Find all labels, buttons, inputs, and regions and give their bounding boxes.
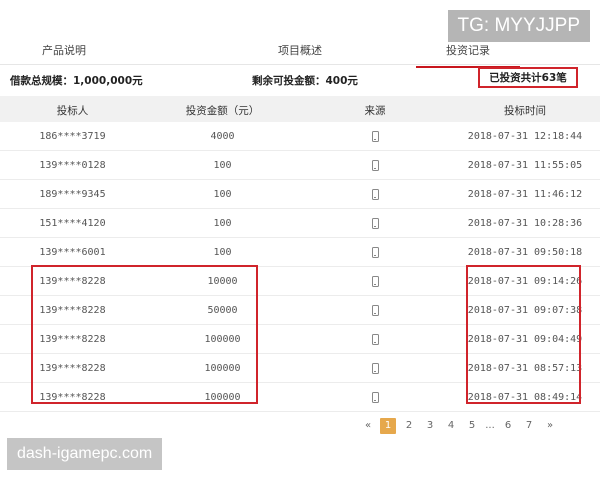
investor-cell: 139****8228 (39, 305, 106, 316)
investor-cell: 139****8228 (39, 392, 106, 403)
source-cell (300, 392, 450, 406)
amount-cell: 50000 (207, 305, 238, 316)
investor-cell: 139****0128 (39, 160, 106, 171)
page-6-button[interactable]: 6 (500, 418, 516, 434)
tab-product-description[interactable]: 产品说明 (42, 42, 86, 58)
source-cell (300, 363, 450, 377)
mobile-phone-icon (371, 189, 379, 200)
investor-cell: 186****3719 (39, 131, 106, 142)
table-row: 139****8228 100000 2018-07-31 09:04:49 (0, 325, 600, 354)
time-cell: 2018-07-31 11:55:05 (467, 160, 583, 171)
amount-cell: 10000 (207, 276, 238, 287)
mobile-phone-icon (371, 131, 379, 142)
time-cell: 2018-07-31 09:07:38 (467, 305, 583, 316)
page-1-button[interactable]: 1 (380, 418, 396, 434)
page-ellipsis: ... (485, 420, 495, 431)
amount-cell: 100 (213, 218, 232, 229)
table-row: 186****3719 4000 2018-07-31 12:18:44 (0, 122, 600, 151)
time-cell: 2018-07-31 10:28:36 (467, 218, 583, 229)
source-cell (300, 189, 450, 203)
source-cell (300, 305, 450, 319)
table-row: 189****9345 100 2018-07-31 11:46:12 (0, 180, 600, 209)
source-cell (300, 276, 450, 290)
investment-count-box: 已投资共计63笔 (478, 67, 578, 88)
mobile-phone-icon (371, 218, 379, 229)
watermark-site: dash-igamepc.com (7, 438, 163, 470)
time-cell: 2018-07-31 09:14:26 (467, 276, 583, 287)
amount-cell: 4000 (210, 131, 235, 142)
page-2-button[interactable]: 2 (401, 418, 417, 434)
source-cell (300, 247, 450, 261)
amount-cell: 100000 (204, 392, 241, 403)
source-cell (300, 160, 450, 174)
mobile-phone-icon (371, 363, 379, 374)
page-5-button[interactable]: 5 (464, 418, 480, 434)
amount-cell: 100 (213, 247, 232, 258)
source-cell (300, 218, 450, 232)
investor-cell: 189****9345 (39, 189, 106, 200)
page-next-button[interactable]: » (542, 418, 558, 434)
source-cell (300, 131, 450, 145)
time-cell: 2018-07-31 09:50:18 (467, 247, 583, 258)
table-row: 139****8228 50000 2018-07-31 09:07:38 (0, 296, 600, 325)
mobile-phone-icon (371, 160, 379, 171)
header-amount: 投资金额（元） (185, 105, 260, 117)
amount-cell: 100000 (204, 334, 241, 345)
page-prev-button[interactable]: « (360, 418, 376, 434)
mobile-phone-icon (371, 334, 379, 345)
remaining-amount-text: 剩余可投金额：400元 (252, 75, 358, 87)
loan-total-text: 借款总规模：1,000,000元 (10, 75, 143, 87)
investor-cell: 139****8228 (39, 363, 106, 374)
records-table-body: 186****3719 4000 2018-07-31 12:18:44 139… (0, 122, 600, 412)
tab-project-overview[interactable]: 项目概述 (278, 42, 322, 58)
time-cell: 2018-07-31 12:18:44 (467, 131, 583, 142)
time-cell: 2018-07-31 08:49:14 (467, 392, 583, 403)
investor-cell: 139****8228 (39, 276, 106, 287)
investor-cell: 139****6001 (39, 247, 106, 258)
table-row: 139****8228 100000 2018-07-31 08:57:13 (0, 354, 600, 383)
table-header: 投标人 投资金额（元） 来源 投标时间 (0, 96, 600, 122)
table-row: 139****8228 10000 2018-07-31 09:14:26 (0, 267, 600, 296)
investor-cell: 151****4120 (39, 218, 106, 229)
header-investor: 投标人 (56, 105, 89, 117)
mobile-phone-icon (371, 305, 379, 316)
amount-cell: 100 (213, 160, 232, 171)
time-cell: 2018-07-31 11:46:12 (467, 189, 583, 200)
investor-cell: 139****8228 (39, 334, 106, 345)
table-row: 139****6001 100 2018-07-31 09:50:18 (0, 238, 600, 267)
source-cell (300, 334, 450, 348)
header-time: 投标时间 (504, 105, 546, 117)
mobile-phone-icon (371, 247, 379, 258)
amount-cell: 100 (213, 189, 232, 200)
time-cell: 2018-07-31 08:57:13 (467, 363, 583, 374)
page-4-button[interactable]: 4 (443, 418, 459, 434)
investment-count-text: 已投资共计63笔 (489, 72, 567, 84)
table-row: 151****4120 100 2018-07-31 10:28:36 (0, 209, 600, 238)
header-source: 来源 (364, 105, 386, 117)
page-3-button[interactable]: 3 (422, 418, 438, 434)
amount-cell: 100000 (204, 363, 241, 374)
watermark-tg: TG: MYYJJPP (447, 10, 590, 42)
summary-bar: 借款总规模：1,000,000元 剩余可投金额：400元 已投资共计63笔 (0, 66, 600, 92)
time-cell: 2018-07-31 09:04:49 (467, 334, 583, 345)
page-7-button[interactable]: 7 (521, 418, 537, 434)
table-row: 139****8228 100000 2018-07-31 08:49:14 (0, 383, 600, 412)
mobile-phone-icon (371, 392, 379, 403)
table-row: 139****0128 100 2018-07-31 11:55:05 (0, 151, 600, 180)
tab-investment-records[interactable]: 投资记录 (416, 42, 520, 68)
mobile-phone-icon (371, 276, 379, 287)
